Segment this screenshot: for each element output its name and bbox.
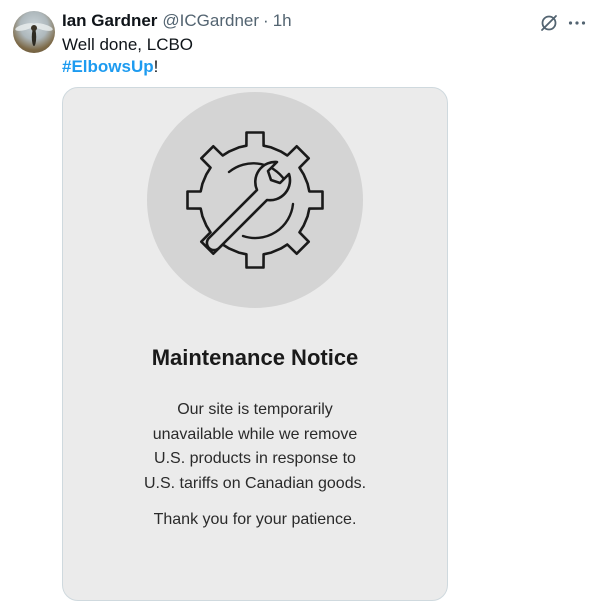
post-header: Ian Gardner @ICGardner · 1h [62, 11, 292, 33]
more-icon[interactable] [566, 12, 588, 34]
dragonfly-icon [15, 23, 53, 46]
card-body-line: Our site is temporarily [177, 401, 333, 418]
avatar[interactable] [13, 11, 55, 53]
icon-circle [147, 92, 363, 308]
post-text: Well done, LCBO #ElbowsUp! [62, 34, 193, 78]
hashtag-link[interactable]: #ElbowsUp [62, 57, 154, 76]
card-body-line: U.S. products in response to [154, 450, 356, 467]
card-thanks: Thank you for your patience. [153, 511, 357, 528]
separator-dot: · [263, 11, 269, 30]
card-body-line: U.S. tariffs on Canadian goods. [143, 474, 367, 492]
grok-icon[interactable] [538, 12, 560, 34]
post-text-line: Well done, LCBO [62, 35, 194, 54]
author-name[interactable]: Ian Gardner [62, 11, 157, 31]
gear-wrench-icon [186, 131, 324, 269]
author-handle[interactable]: @ICGardner [162, 11, 259, 31]
card-title: Maintenance Notice [151, 345, 359, 370]
hashtag-suffix: ! [153, 57, 159, 76]
media-card[interactable]: Maintenance Notice Our site is temporari… [62, 87, 448, 601]
post-time[interactable]: 1h [273, 11, 292, 31]
card-body-line: unavailable while we remove [152, 425, 358, 443]
card-body: Our site is temporarily unavailable whil… [63, 398, 447, 496]
